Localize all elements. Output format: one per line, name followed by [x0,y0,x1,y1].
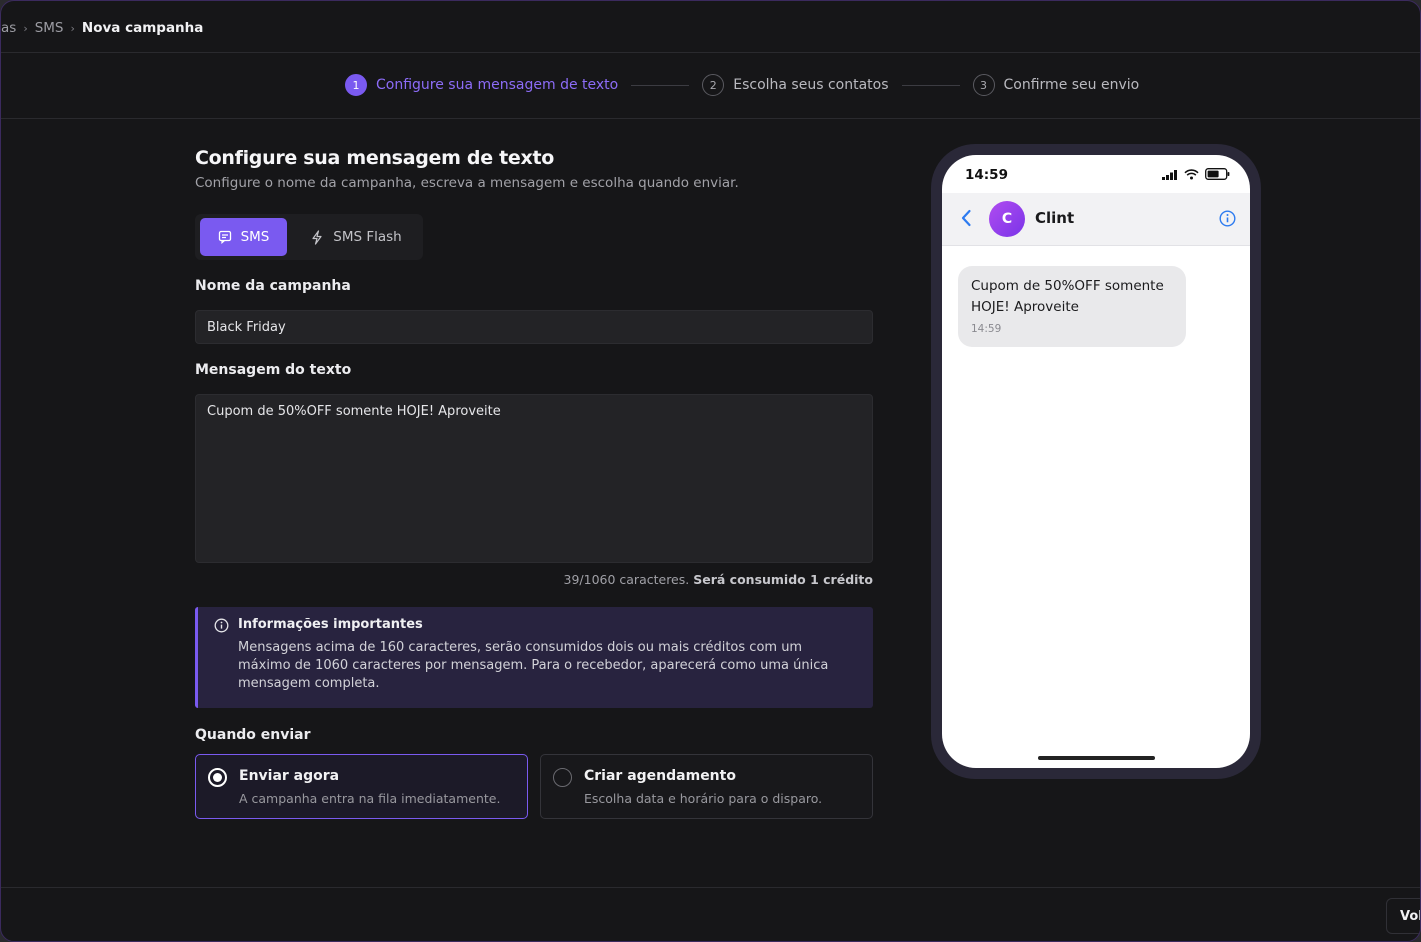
option-description: A campanha entra na fila imediatamente. [239,791,501,806]
tab-sms-label: SMS [240,229,270,245]
chevron-right-icon: › [23,21,28,35]
step-connector [631,84,690,86]
info-icon[interactable] [1219,210,1236,227]
stepper: 1 Configure sua mensagem de texto 2 Esco… [345,73,1139,97]
message-textarea[interactable]: Cupom de 50%OFF somente HOJE! Aproveite [195,394,873,563]
header-divider [1,52,1420,53]
message-value: Cupom de 50%OFF somente HOJE! Aproveite [207,404,501,419]
step-label: Escolha seus contatos [733,77,889,93]
option-title: Criar agendamento [584,768,736,784]
bubble-text: Cupom de 50%OFF somente HOJE! Aproveite [971,278,1164,315]
battery-icon [1205,168,1230,180]
page-subtitle: Configure o nome da campanha, escreva a … [195,175,739,191]
info-notice: Informações importantes Mensagens acima … [195,607,873,708]
option-schedule[interactable]: Criar agendamento Escolha data e horário… [540,754,873,819]
lightning-icon [312,229,322,245]
page-title: Configure sua mensagem de texto [195,147,554,169]
avatar: C [989,201,1025,237]
campaign-name-label: Nome da campanha [195,278,351,294]
radio-unselected[interactable] [553,768,572,787]
step-label: Configure sua mensagem de texto [376,77,619,93]
chevron-right-icon: › [70,21,75,35]
breadcrumb-current: Nova campanha [81,20,204,36]
contact-name: Clint [1035,209,1075,227]
bubble-time: 14:59 [971,323,1002,335]
campaign-name-value: Black Friday [207,319,286,335]
step-number: 1 [345,74,367,96]
status-bar: 14:59 [942,155,1250,193]
wifi-icon [1184,168,1199,179]
step-confirm[interactable]: 3 Confirme seu envio [972,74,1140,96]
signal-icon [1162,169,1177,180]
tab-sms[interactable]: SMS [200,218,287,256]
notice-text: Mensagens acima de 160 caracteres, serão… [238,640,829,691]
radio-selected[interactable] [208,768,227,787]
option-description: Escolha data e horário para o disparo. [584,791,823,806]
step-label: Confirme seu envio [1003,77,1140,93]
message-type-tabs: SMS SMS Flash [195,214,423,260]
back-button[interactable]: Vol [1386,898,1420,934]
step-number: 2 [702,74,725,96]
home-indicator [1038,756,1155,760]
campaign-form: Configure sua mensagem de texto Configur… [195,147,873,819]
status-time: 14:59 [965,167,1008,183]
breadcrumb-sms[interactable]: SMS [35,20,64,36]
phone-screen: 14:59 C Clint Cupom de 50%OFF somente HO… [942,155,1250,768]
phone-preview: 14:59 C Clint Cupom de 50%OFF somente HO… [931,144,1261,779]
step-configure[interactable]: 1 Configure sua mensagem de texto [345,74,618,96]
message-icon [218,230,231,244]
breadcrumb-parent[interactable]: as [1,20,16,36]
option-title: Enviar agora [239,768,340,784]
chat-header: C Clint [942,193,1250,246]
tab-sms-flash[interactable]: SMS Flash [295,218,417,256]
character-count: 39/1060 caracteres. [563,572,690,587]
campaign-name-input[interactable]: Black Friday [195,310,873,344]
credit-info: Será consumido 1 crédito [693,572,873,587]
breadcrumb: as › SMS › Nova campanha [1,18,203,38]
footer-divider [1,887,1420,888]
stepper-divider [1,118,1420,119]
tab-sms-flash-label: SMS Flash [333,229,402,245]
chevron-left-icon[interactable] [960,209,972,227]
status-icons [1162,168,1230,180]
character-counter: 39/1060 caracteres. Será consumido 1 cré… [564,572,874,587]
step-connector [901,84,960,86]
notice-title: Informações importantes [238,617,423,632]
step-number: 3 [972,74,995,96]
option-send-now[interactable]: Enviar agora A campanha entra na fila im… [195,754,528,819]
message-bubble: Cupom de 50%OFF somente HOJE! Aproveite … [958,266,1186,347]
app-window: as › SMS › Nova campanha 1 Configure sua… [0,0,1421,942]
when-send-label: Quando enviar [195,727,311,743]
step-contacts[interactable]: 2 Escolha seus contatos [702,74,889,96]
message-label: Mensagem do texto [195,362,352,378]
info-circle-icon [214,618,229,633]
